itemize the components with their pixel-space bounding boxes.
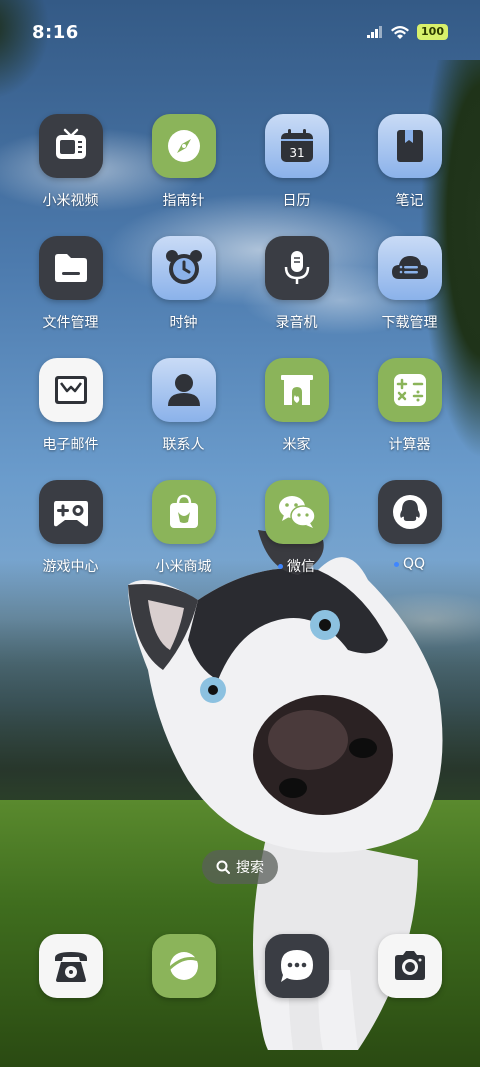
- app-label: 计算器: [388, 437, 431, 453]
- app-calculator[interactable]: 计算器: [353, 358, 466, 480]
- app-downloads[interactable]: 下载管理: [353, 236, 466, 358]
- qq-penguin-icon: [377, 480, 442, 544]
- search-label: 搜索: [236, 860, 264, 876]
- app-mi-video[interactable]: 小米视频: [14, 114, 127, 236]
- cloud-download-icon: [377, 236, 442, 300]
- app-label: 游戏中心: [42, 559, 99, 575]
- calendar-day: 31: [289, 146, 304, 160]
- app-label: 笔记: [395, 193, 424, 209]
- wifi-icon: [391, 25, 410, 39]
- tv-icon: [38, 114, 103, 178]
- calculator-icon: [377, 358, 442, 422]
- compass-icon: [151, 114, 216, 178]
- app-label: 时钟: [169, 315, 198, 331]
- browser-planet-icon: [151, 934, 216, 998]
- app-file-manager[interactable]: 文件管理: [14, 236, 127, 358]
- app-label-text: QQ: [402, 556, 426, 572]
- folder-icon: [38, 236, 103, 300]
- dock-phone[interactable]: [14, 934, 127, 998]
- shopping-bag-icon: [151, 480, 216, 544]
- app-clock[interactable]: 时钟: [127, 236, 240, 358]
- signal-icon: [367, 26, 383, 38]
- new-install-dot: [393, 561, 399, 567]
- app-mi-store[interactable]: 小米商城: [127, 480, 240, 602]
- app-label: 文件管理: [42, 315, 99, 331]
- calendar-icon: 31: [264, 114, 329, 178]
- app-wechat[interactable]: 微信: [240, 480, 353, 602]
- app-label: 录音机: [275, 315, 318, 331]
- app-label: 微信: [278, 556, 315, 576]
- mail-icon: [38, 358, 103, 422]
- app-label: 指南针: [162, 193, 205, 209]
- app-label: 电子邮件: [42, 437, 99, 453]
- app-game-center[interactable]: 游戏中心: [14, 480, 127, 602]
- app-mi-home[interactable]: 米家: [240, 358, 353, 480]
- search-icon: [216, 860, 230, 874]
- contact-icon: [151, 358, 216, 422]
- app-calendar[interactable]: 31 日历: [240, 114, 353, 236]
- app-compass[interactable]: 指南针: [127, 114, 240, 236]
- dock: [14, 934, 466, 998]
- app-label: QQ: [393, 556, 426, 572]
- telephone-icon: [38, 934, 103, 998]
- status-indicators: 100: [367, 24, 448, 40]
- dock-camera[interactable]: [353, 934, 466, 998]
- status-bar: 8:16 100: [0, 0, 480, 68]
- message-bubble-icon: [264, 934, 329, 998]
- app-email[interactable]: 电子邮件: [14, 358, 127, 480]
- app-label: 米家: [282, 437, 311, 453]
- fireplace-icon: [264, 358, 329, 422]
- app-contacts[interactable]: 联系人: [127, 358, 240, 480]
- app-qq[interactable]: QQ: [353, 480, 466, 602]
- new-install-dot: [278, 563, 283, 569]
- battery-indicator: 100: [417, 24, 448, 40]
- app-label: 日历: [282, 193, 311, 209]
- gamepad-icon: [38, 480, 103, 544]
- wechat-icon: [264, 480, 329, 544]
- microphone-icon: [264, 236, 329, 300]
- app-label-text: 微信: [287, 559, 315, 575]
- app-label: 小米视频: [42, 193, 99, 209]
- dock-browser[interactable]: [127, 934, 240, 998]
- app-notes[interactable]: 笔记: [353, 114, 466, 236]
- app-label: 下载管理: [381, 315, 438, 331]
- alarm-clock-icon: [151, 236, 216, 300]
- app-label: 联系人: [162, 437, 205, 453]
- camera-icon: [377, 934, 442, 998]
- app-label: 小米商城: [155, 559, 212, 575]
- search-button[interactable]: 搜索: [202, 850, 278, 884]
- clock-time: 8:16: [32, 22, 79, 43]
- app-recorder[interactable]: 录音机: [240, 236, 353, 358]
- dock-messages[interactable]: [240, 934, 353, 998]
- notes-icon: [377, 114, 442, 178]
- app-grid: 小米视频 指南针 31 日历 笔记 文件管理 时钟 录音机 下载管理 电子邮件 …: [14, 114, 466, 602]
